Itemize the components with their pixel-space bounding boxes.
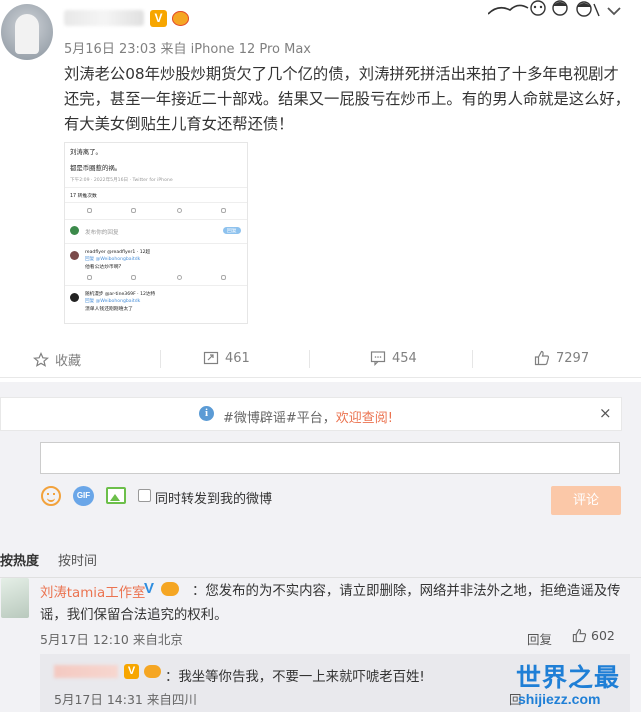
thumbs-up-icon [534, 350, 550, 366]
member-icon [161, 582, 179, 596]
gif-icon[interactable]: GIF [73, 486, 94, 506]
sort-bar: 按热度 按时间 [0, 538, 641, 578]
forward-label: 同时转发到我的微博 [155, 492, 273, 507]
divider [65, 219, 247, 220]
retweet-icon [131, 275, 136, 280]
reply-icon [87, 208, 92, 213]
comment-input[interactable] [40, 442, 620, 474]
sub-reply-text: ：我坐等你告我，不要一上来就吓唬老百姓! [165, 670, 425, 685]
comment-count: 454 [392, 350, 417, 366]
share-icon [221, 208, 226, 213]
member-icon [172, 11, 189, 26]
embedded-retweets: 17 转推次数 [70, 194, 97, 199]
watermark-title: 世界之最 [516, 663, 621, 692]
thumbs-up-icon [572, 628, 587, 643]
embedded-reply1-text: 他看公达炒币啊? [85, 265, 122, 270]
member-icon [144, 665, 161, 678]
image-icon[interactable] [106, 487, 126, 504]
repost-button[interactable]: 461 [203, 350, 250, 366]
comment-reply-button[interactable]: 回复 [527, 629, 552, 648]
verified-badge: V [144, 580, 155, 597]
comment-button[interactable]: 454 [370, 350, 417, 366]
comment-icon [370, 351, 386, 366]
embedded-reply2-text: 溃单人钱还刚刚嘻太了 [85, 307, 133, 312]
chevron-down-icon[interactable] [602, 2, 626, 20]
commenter-name[interactable]: 刘涛tamia工作室 [40, 581, 145, 601]
site-watermark: 世界之最 shijiezz.com [508, 658, 641, 712]
embedded-reply1-to: 回复 @Weibohongbaitdk [85, 257, 141, 262]
like-button[interactable]: 7297 [534, 350, 589, 366]
sub-reply-author-blurred[interactable] [54, 665, 118, 678]
heart-icon [177, 275, 182, 280]
embedded-reply-button: 回复 [223, 227, 241, 234]
sort-by-time[interactable]: 按时间 [58, 550, 97, 569]
forward-checkbox[interactable] [138, 489, 151, 502]
embedded-reply2-to: 回复 @Weibohongbaitdk [85, 299, 141, 304]
author-name-blurred[interactable] [64, 10, 144, 26]
embedded-line-2: 都是币圈惹的祸。 [70, 164, 122, 172]
post-meta: 5月16日 23:03 来自 iPhone 12 Pro Max [64, 42, 311, 57]
post-action-bar: 收藏 461 454 7297 [0, 340, 641, 378]
vip-badge: V [150, 10, 167, 27]
close-icon[interactable]: × [599, 404, 612, 422]
embedded-image[interactable]: 刘涛离了。 都是币圈惹的祸。 下午2:09 · 2022年5月16日 · Twi… [64, 142, 248, 324]
divider [65, 187, 247, 188]
like-count: 7297 [556, 350, 590, 366]
notice-link[interactable]: 欢迎查阅! [336, 411, 393, 426]
watermark-url: shijiezz.com [518, 691, 601, 707]
favorite-label: 收藏 [55, 354, 82, 369]
repost-icon [203, 351, 219, 365]
favorite-button[interactable]: 收藏 [33, 350, 81, 369]
reply-icon [87, 275, 92, 280]
divider [65, 285, 247, 286]
rumor-notice-bar: i #微博辟谣#平台，欢迎查阅! × [0, 397, 622, 431]
heart-icon [177, 208, 182, 213]
comment-like-button[interactable]: 602 [572, 628, 615, 643]
embedded-reply1-user: readflyer @readflyer1 · 12超 [85, 250, 151, 255]
vip-badge: V [124, 664, 139, 679]
card-decoration-icon [488, 0, 600, 17]
star-icon [33, 351, 49, 367]
divider [160, 350, 161, 368]
repost-count: 461 [225, 350, 250, 366]
commenter-avatar[interactable] [1, 578, 29, 618]
divider [65, 202, 247, 203]
submit-comment-button[interactable]: 评论 [551, 486, 621, 515]
divider [309, 350, 310, 368]
embedded-avatar [70, 226, 79, 235]
comment-like-count: 602 [591, 628, 615, 643]
divider [472, 350, 473, 368]
divider [65, 243, 247, 244]
comment-meta: 5月17日 12:10 来自北京 [40, 632, 183, 647]
sub-reply-meta: 5月17日 14:31 来自四川 [54, 692, 197, 707]
emoji-icon[interactable] [41, 486, 61, 506]
embedded-line-1: 刘涛离了。 [70, 148, 102, 156]
embedded-reply-prompt: 发布你的回复 [85, 230, 119, 236]
author-avatar[interactable] [1, 4, 53, 60]
embedded-avatar [70, 293, 79, 302]
embedded-reply2-user: 随机漫步 @ar-tine369F · 12达特 [85, 292, 156, 297]
info-icon: i [199, 406, 214, 421]
notice-text: #微博辟谣#平台，欢迎查阅! [223, 407, 393, 426]
weibo-post-page: V 5月16日 23:03 来自 iPhone 12 Pro Max 刘涛老公0… [0, 0, 641, 712]
retweet-icon [131, 208, 136, 213]
embedded-avatar [70, 251, 79, 260]
embedded-time: 下午2:09 · 2022年5月16日 · Twitter for iPhone [70, 178, 173, 183]
post-text: 刘涛老公08年炒股炒期货欠了几个亿的债，刘涛拼死拼活出来拍了十多年电视剧才还完，… [64, 65, 630, 133]
sort-by-hot[interactable]: 按热度 [0, 550, 39, 569]
share-icon [221, 275, 226, 280]
notice-prefix: #微博辟谣#平台， [223, 411, 336, 426]
